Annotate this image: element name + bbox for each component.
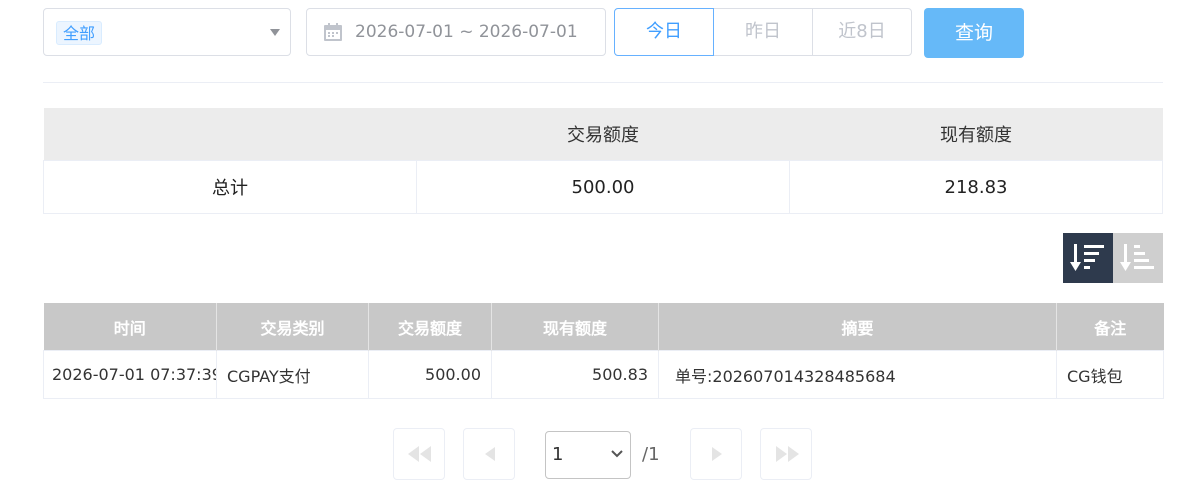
divider <box>43 82 1163 83</box>
table-row: 2026-07-01 07:37:39 CGPAY支付 500.00 500.8… <box>43 350 1164 399</box>
col-header-amount[interactable]: 交易额度 <box>368 303 492 351</box>
summary-total-balance: 218.83 <box>789 160 1163 214</box>
type-tag: 全部 <box>56 21 103 45</box>
double-right-icon <box>776 446 799 462</box>
quick-today-button[interactable]: 今日 <box>614 8 714 56</box>
col-header-time[interactable]: 时间 <box>43 303 217 351</box>
page-total: /1 <box>642 444 660 465</box>
sort-descending-button[interactable] <box>1063 233 1113 283</box>
detail-table: 时间 交易类别 交易额度 现有额度 摘要 备注 2026-07-01 07:37… <box>43 303 1164 399</box>
sort-ascending-icon <box>1120 244 1154 271</box>
summary-header-amount: 交易额度 <box>416 108 790 161</box>
page-select[interactable]: 1 <box>545 431 631 479</box>
summary-total-label: 总计 <box>43 160 417 214</box>
summary-header-balance: 现有额度 <box>789 108 1163 161</box>
cell-amount: 500.00 <box>368 350 492 399</box>
quick-range-group: 今日 昨日 近8日 <box>614 8 912 56</box>
quick-yesterday-button[interactable]: 昨日 <box>713 8 813 56</box>
summary-total-amount: 500.00 <box>416 160 790 214</box>
quick-last8days-button[interactable]: 近8日 <box>812 8 912 56</box>
next-page-button[interactable] <box>690 428 742 480</box>
cell-type: CGPAY支付 <box>216 350 369 399</box>
page: 全部 2026-07-01 ~ 2026-07-01 今日 昨日 近8日 查询 <box>0 0 1181 483</box>
filter-bar: 全部 2026-07-01 ~ 2026-07-01 今日 昨日 近8日 查询 <box>43 8 1163 58</box>
cell-summary: 单号:202607014328485684 <box>658 350 1057 399</box>
caret-down-icon <box>270 29 280 36</box>
col-header-summary[interactable]: 摘要 <box>658 303 1057 351</box>
prev-page-button[interactable] <box>463 428 515 480</box>
calendar-icon <box>324 23 342 41</box>
double-left-icon <box>408 446 431 462</box>
summary-header-blank <box>43 108 417 161</box>
sort-descending-icon <box>1070 244 1104 271</box>
type-select[interactable]: 全部 <box>43 8 291 56</box>
last-page-button[interactable] <box>760 428 812 480</box>
summary-table: 交易额度 现有额度 总计 500.00 218.83 <box>43 108 1163 214</box>
col-header-remark[interactable]: 备注 <box>1056 303 1164 351</box>
cell-balance: 500.83 <box>491 350 659 399</box>
col-header-balance[interactable]: 现有额度 <box>491 303 659 351</box>
first-page-button[interactable] <box>393 428 445 480</box>
date-range-picker[interactable]: 2026-07-01 ~ 2026-07-01 <box>306 8 606 56</box>
col-header-type[interactable]: 交易类别 <box>216 303 369 351</box>
query-button[interactable]: 查询 <box>924 8 1024 58</box>
chevron-down-icon <box>611 450 623 458</box>
date-range-text: 2026-07-01 ~ 2026-07-01 <box>355 22 578 42</box>
summary-row: 总计 500.00 218.83 <box>43 160 1163 214</box>
cell-remark: CG钱包 <box>1056 350 1164 399</box>
cell-time: 2026-07-01 07:37:39 <box>43 350 217 399</box>
sort-ascending-button[interactable] <box>1113 233 1163 283</box>
left-arrow-icon <box>485 447 495 461</box>
page-select-value: 1 <box>552 444 564 465</box>
right-arrow-icon <box>712 447 722 461</box>
